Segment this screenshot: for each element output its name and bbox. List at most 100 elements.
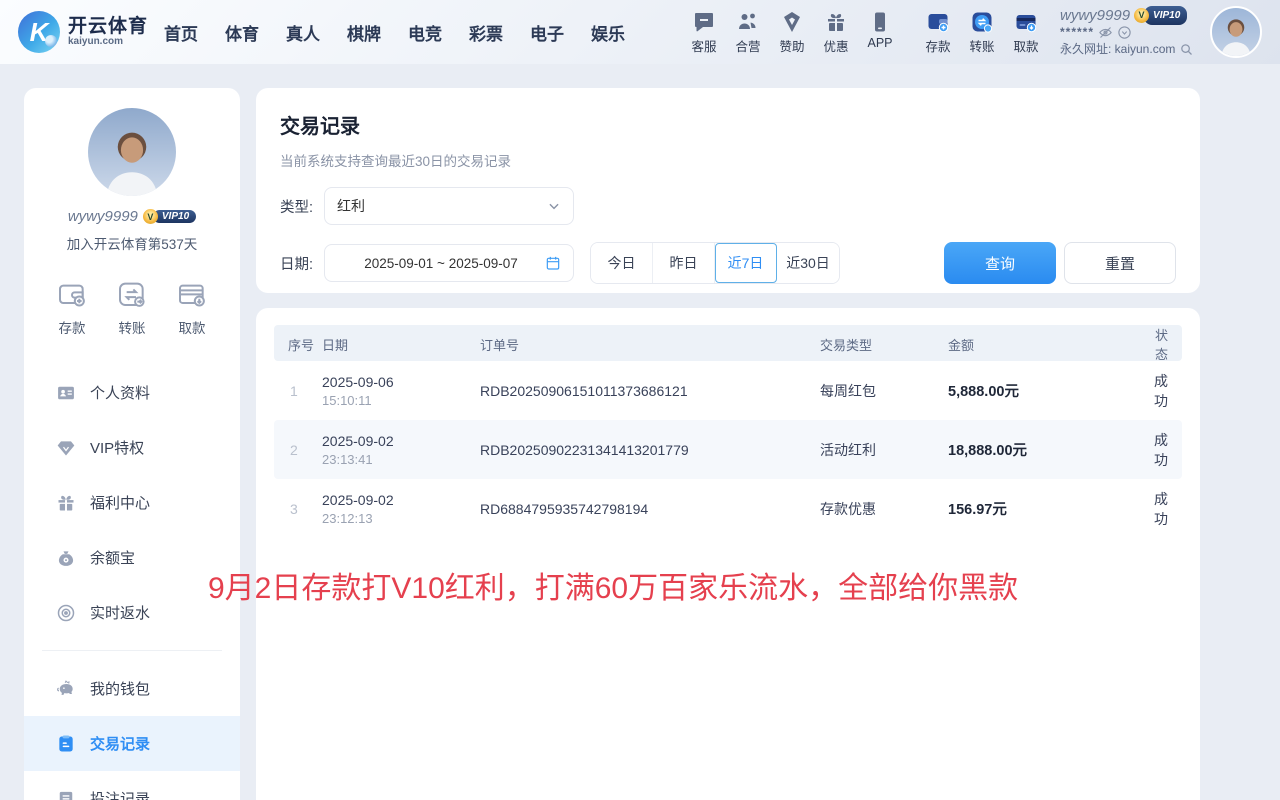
cell-type: 活动红利	[820, 440, 948, 460]
nav-home[interactable]: 首页	[164, 20, 198, 45]
vip-level-label: VIP10	[1144, 6, 1187, 25]
rebate-coin-icon	[56, 603, 76, 623]
sponsor-button[interactable]: 赞助	[770, 10, 814, 55]
masked-balance: ******	[1060, 24, 1094, 41]
transfer-arrows-icon	[116, 279, 148, 311]
withdraw-card-icon	[176, 279, 208, 311]
preset-today[interactable]: 今日	[591, 243, 653, 283]
nav-esports[interactable]: 电竞	[408, 20, 442, 45]
transaction-record-icon	[56, 734, 76, 754]
deposit-wallet-icon	[56, 279, 88, 311]
sidebar-divider	[42, 650, 222, 651]
page-subtitle: 当前系统支持查询最近30日的交易记录	[280, 150, 1176, 170]
logo-k-icon: K	[18, 11, 60, 53]
vip-level-label: VIP10	[153, 210, 196, 223]
sidebar-item-bets[interactable]: 投注记录	[24, 771, 240, 800]
partnership-button[interactable]: 合营	[726, 10, 770, 55]
sidebar-item-profile[interactable]: 个人资料	[24, 365, 240, 420]
cell-date: 2025-09-02 23:13:41	[322, 433, 480, 467]
type-select[interactable]: 红利	[324, 187, 574, 225]
id-card-icon	[56, 383, 76, 403]
cell-serial: 3	[274, 501, 322, 517]
customer-service-button[interactable]: 客服	[682, 10, 726, 55]
app-download-button[interactable]: APP	[858, 10, 902, 55]
top-bar: K 开云体育 kaiyun.com 首页 体育 真人 棋牌 电竞 彩票 电子 娱…	[0, 0, 1280, 64]
deposit-button[interactable]: 存款	[916, 10, 960, 55]
joined-days-label: 加入开云体育第537天	[24, 233, 240, 253]
search-button[interactable]: 查询	[944, 242, 1056, 284]
col-serial: 序号	[274, 335, 322, 354]
promotions-button[interactable]: 优惠	[814, 10, 858, 55]
nav-chess[interactable]: 棋牌	[347, 20, 381, 45]
phone-icon	[868, 10, 892, 34]
cell-date: 2025-09-02 23:12:13	[322, 492, 480, 526]
cell-status: 成功	[1150, 489, 1182, 529]
sidebar-item-transactions[interactable]: 交易记录	[24, 716, 240, 771]
cell-order: RDB20250906151011373686121	[480, 383, 820, 399]
table-row: 1 2025-09-06 15:10:11 RDB202509061510113…	[274, 361, 1182, 420]
cell-status: 成功	[1150, 430, 1182, 470]
nav-entertainment[interactable]: 娱乐	[591, 20, 625, 45]
cell-date: 2025-09-06 15:10:11	[322, 374, 480, 408]
vip-gem-icon	[56, 438, 76, 458]
sidebar-item-wallet[interactable]: 我的钱包	[24, 661, 240, 716]
preset-last7days[interactable]: 近7日	[715, 243, 777, 283]
refresh-circle-icon[interactable]	[1117, 25, 1132, 40]
eye-off-icon[interactable]	[1098, 25, 1113, 40]
permanent-url-label: 永久网址: kaiyun.com	[1060, 41, 1175, 58]
transfer-button[interactable]: 转账	[960, 10, 1004, 55]
sidebar-item-vip[interactable]: VIP特权	[24, 420, 240, 475]
site-logo[interactable]: K 开云体育 kaiyun.com	[18, 11, 148, 53]
gift-icon	[824, 10, 848, 34]
profile-sidebar: wywy9999 V VIP10 加入开云体育第537天 存款 转账 取款 个人…	[24, 88, 240, 800]
nav-live[interactable]: 真人	[286, 20, 320, 45]
sidebar-item-welfare[interactable]: 福利中心	[24, 475, 240, 530]
type-select-value: 红利	[337, 196, 547, 216]
red-annotation-text: 9月2日存款打V10红利，打满60万百家乐流水，全部给你黑款	[208, 563, 1018, 607]
diamond-badge-icon	[780, 10, 804, 34]
reset-button[interactable]: 重置	[1064, 242, 1176, 284]
nav-lottery[interactable]: 彩票	[469, 20, 503, 45]
gift-icon	[56, 493, 76, 513]
chat-bubble-icon	[692, 10, 716, 34]
magnifier-icon[interactable]	[1179, 42, 1194, 57]
user-avatar[interactable]	[1210, 6, 1262, 58]
preset-last30days[interactable]: 近30日	[777, 243, 839, 283]
col-status: 状态	[1150, 325, 1182, 363]
withdraw-card-icon	[1014, 10, 1038, 34]
profile-username: wywy9999	[68, 208, 138, 225]
main-nav: 首页 体育 真人 棋牌 电竞 彩票 电子 娱乐	[164, 20, 625, 45]
date-range-input[interactable]: 2025-09-01 ~ 2025-09-07	[324, 244, 574, 282]
table-header: 序号 日期 订单号 交易类型 金额 状态	[274, 325, 1182, 361]
cell-order: RDB20250902231341413201779	[480, 442, 820, 458]
sidebar-transfer-button[interactable]: 转账	[116, 279, 148, 337]
col-amount: 金额	[948, 335, 1150, 354]
sidebar-withdraw-button[interactable]: 取款	[176, 279, 208, 337]
deposit-wallet-icon	[926, 10, 950, 34]
vip-v-icon: V	[1134, 8, 1149, 23]
profile-avatar[interactable]	[88, 108, 176, 196]
cell-serial: 1	[274, 383, 322, 399]
table-row: 2 2025-09-02 23:13:41 RDB202509022313414…	[274, 420, 1182, 479]
avatar-portrait-icon	[1214, 12, 1258, 56]
type-label: 类型:	[280, 196, 324, 217]
brand-name: 开云体育	[68, 17, 148, 37]
brand-domain: kaiyun.com	[68, 37, 148, 48]
table-row: 3 2025-09-02 23:12:13 RD6884795935742798…	[274, 479, 1182, 538]
money-pouch-icon	[56, 548, 76, 568]
cell-amount: 156.97元	[948, 498, 1150, 519]
date-range-value: 2025-09-01 ~ 2025-09-07	[337, 256, 545, 271]
sidebar-deposit-button[interactable]: 存款	[56, 279, 88, 337]
withdraw-button[interactable]: 取款	[1004, 10, 1048, 55]
preset-yesterday[interactable]: 昨日	[653, 243, 715, 283]
nav-sports[interactable]: 体育	[225, 20, 259, 45]
col-date: 日期	[322, 335, 480, 354]
date-label: 日期:	[280, 253, 324, 274]
filter-card: 交易记录 当前系统支持查询最近30日的交易记录 类型: 红利 日期: 2025-…	[256, 88, 1200, 293]
user-info-block: wywy9999 V VIP10 ****** 永久网址: kaiyun.com	[1060, 7, 1202, 58]
col-order: 订单号	[480, 335, 820, 354]
profile-vip-badge: V VIP10	[143, 209, 196, 224]
people-icon	[736, 10, 760, 34]
calendar-icon	[545, 255, 561, 271]
nav-slots[interactable]: 电子	[530, 20, 564, 45]
